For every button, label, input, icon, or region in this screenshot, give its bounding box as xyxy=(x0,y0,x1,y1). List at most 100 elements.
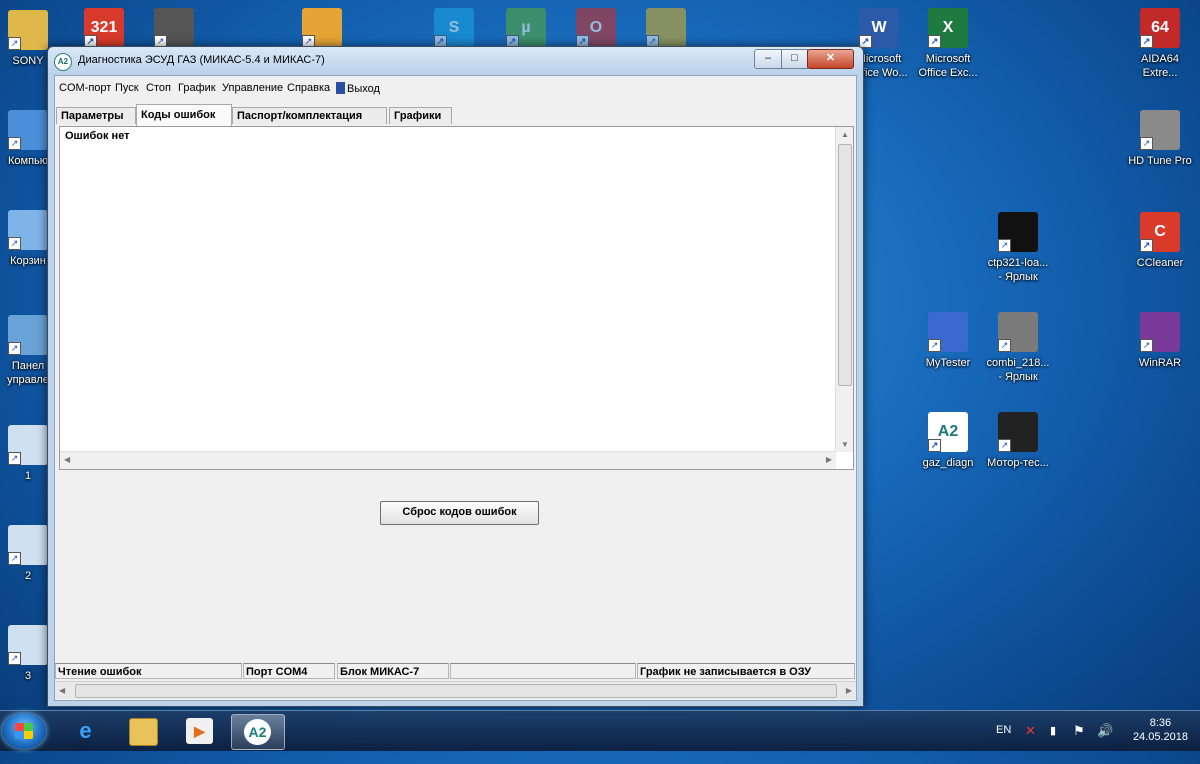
desktop-icon-right-3[interactable]: ↗ HD Tune Pro xyxy=(1124,110,1196,168)
desktop-icon-top-0-icon: 321 ↗ xyxy=(84,8,124,48)
volume-icon[interactable]: 🔊 xyxy=(1097,723,1113,763)
shortcut-arrow-icon: ↗ xyxy=(1140,339,1153,352)
status-bar: Чтение ошибок Порт COM4 Блок МИКАС-7 Гра… xyxy=(55,663,856,680)
desktop-icon-right-6-icon: ↗ xyxy=(928,312,968,352)
scroll-up-arrow-icon[interactable]: ▲ xyxy=(841,130,849,139)
clock-date: 24.05.2018 xyxy=(1132,731,1188,743)
desktop-icon-top-5-icon: O ↗ xyxy=(576,8,616,48)
taskbar-media-player[interactable]: ▶ xyxy=(174,714,226,748)
battery-icon[interactable]: ▮ xyxy=(1050,724,1056,764)
desktop-icon-label: MyTester xyxy=(925,357,971,369)
menu-com-port[interactable]: COM-порт xyxy=(59,82,111,94)
desktop-icon-label: AIDA64 Extre... xyxy=(1141,53,1179,79)
network-error-icon[interactable]: ✕ xyxy=(1025,723,1036,763)
desktop-icon-left-4-icon: ↗ xyxy=(8,425,48,465)
window-title: Диагностика ЭСУД ГАЗ (МИКАС-5.4 и МИКАС-… xyxy=(78,54,325,66)
desktop-icon-right-8[interactable]: ↗ WinRAR xyxy=(1124,312,1196,370)
shortcut-arrow-icon: ↗ xyxy=(1140,35,1153,48)
clock-time: 8:36 xyxy=(1149,717,1172,729)
clock[interactable]: 8:36 24.05.2018 xyxy=(1133,716,1188,744)
shortcut-arrow-icon: ↗ xyxy=(8,552,21,565)
desktop-icon-right-1[interactable]: X ↗ Microsoft Office Exc... xyxy=(912,8,984,80)
tab-strip: Параметры Коды ошибок Паспорт/комплектац… xyxy=(55,104,856,126)
desktop-icon-left-0-icon: ↗ xyxy=(8,10,48,50)
window-horizontal-scrollbar[interactable]: ◀ ▶ xyxy=(55,681,856,699)
exit-icon xyxy=(336,82,345,94)
status-block: Блок МИКАС-7 xyxy=(337,663,449,679)
shortcut-arrow-icon: ↗ xyxy=(1140,239,1153,252)
flag-icon[interactable]: ⚑ xyxy=(1073,723,1085,763)
desktop-icon-right-7[interactable]: ↗ combi_218... - Ярлык xyxy=(982,312,1054,384)
desktop-icon-right-4[interactable]: ↗ ctp321-loa... - Ярлык xyxy=(982,212,1054,284)
bottom-scroll-thumb[interactable] xyxy=(75,684,837,698)
shortcut-arrow-icon: ↗ xyxy=(928,439,941,452)
tab-graphs[interactable]: Графики xyxy=(389,107,452,124)
start-button[interactable] xyxy=(2,713,46,749)
desktop-icon-label: Microsoft Office Exc... xyxy=(918,53,978,79)
desktop-icon-right-9-icon: A2 ↗ xyxy=(928,412,968,452)
horizontal-scrollbar[interactable]: ◀ ▶ xyxy=(60,451,836,469)
status-empty xyxy=(450,663,636,679)
desktop-icon-left-5-icon: ↗ xyxy=(8,525,48,565)
desktop-icon-right-5[interactable]: C ↗ CCleaner xyxy=(1124,212,1196,270)
desktop-icon-left-1-icon: ↗ xyxy=(8,110,48,150)
tab-passport[interactable]: Паспорт/комплектация xyxy=(232,107,387,124)
tab-error-codes[interactable]: Коды ошибок xyxy=(136,104,232,126)
folder-icon xyxy=(129,718,158,746)
minimize-button[interactable]: – xyxy=(754,49,782,69)
app-window: A2 Диагностика ЭСУД ГАЗ (МИКАС-5.4 и МИК… xyxy=(47,46,864,707)
taskbar-ie[interactable]: e xyxy=(60,714,112,748)
desktop-icon-right-6[interactable]: ↗ MyTester xyxy=(912,312,984,370)
scroll-left-arrow-icon[interactable]: ◀ xyxy=(64,455,70,464)
reset-error-codes-button[interactable]: Сброс кодов ошибок xyxy=(380,501,539,525)
desktop-icon-right-2-icon: 64 ↗ xyxy=(1140,8,1180,48)
desktop-icon-right-3-icon: ↗ xyxy=(1140,110,1180,150)
internet-explorer-icon: e xyxy=(79,718,92,743)
desktop-icon-top-4-icon: µ ↗ xyxy=(506,8,546,48)
menu-control[interactable]: Управление xyxy=(222,82,283,94)
desktop-icon-label: CCleaner xyxy=(1136,257,1184,269)
menu-help[interactable]: Справка xyxy=(287,82,330,94)
shortcut-arrow-icon: ↗ xyxy=(998,239,1011,252)
vertical-scroll-thumb[interactable] xyxy=(838,144,852,386)
desktop-icon-right-2[interactable]: 64 ↗ AIDA64 Extre... xyxy=(1124,8,1196,80)
menu-bar: COM-порт Пуск Стоп График Управление Спр… xyxy=(55,76,856,98)
menu-start[interactable]: Пуск xyxy=(115,82,139,94)
desktop-icon-left-3-icon: ↗ xyxy=(8,315,48,355)
desktop-icon-label: gaz_diagn xyxy=(922,457,974,469)
menu-stop[interactable]: Стоп xyxy=(146,82,171,94)
app-icon: A2 xyxy=(54,53,72,71)
status-graph: График не записывается в ОЗУ xyxy=(637,663,855,679)
maximize-button[interactable]: □ xyxy=(781,49,808,69)
window-client: COM-порт Пуск Стоп График Управление Спр… xyxy=(54,75,857,701)
desktop-icon-right-7-icon: ↗ xyxy=(998,312,1038,352)
bottom-scroll-right-icon[interactable]: ▶ xyxy=(846,686,852,695)
desktop-icon-right-1-icon: X ↗ xyxy=(928,8,968,48)
desktop-icon-label: combi_218... - Ярлык xyxy=(986,357,1050,383)
desktop-icon-top-3-icon: S ↗ xyxy=(434,8,474,48)
taskbar-active-app[interactable]: A2 xyxy=(231,714,285,750)
desktop-icon-right-0-icon: W ↗ xyxy=(859,8,899,48)
desktop-icon-top-6-icon: ↗ xyxy=(646,8,686,48)
desktop-icon-right-9[interactable]: A2 ↗ gaz_diagn xyxy=(912,412,984,470)
desktop-icon-label: WinRAR xyxy=(1138,357,1182,369)
scroll-down-arrow-icon[interactable]: ▼ xyxy=(841,440,849,449)
desktop-icon-top-1-icon: ↗ xyxy=(154,8,194,48)
bottom-scroll-left-icon[interactable]: ◀ xyxy=(59,686,65,695)
menu-exit[interactable]: Выход xyxy=(336,82,380,95)
menu-graph[interactable]: График xyxy=(178,82,216,94)
desktop-icon-label: ctp321-loa... - Ярлык xyxy=(987,257,1049,283)
close-button[interactable]: ✕ xyxy=(807,49,854,69)
desktop-icon-top-2-icon: ↗ xyxy=(302,8,342,48)
vertical-scrollbar[interactable]: ▲ ▼ xyxy=(835,127,853,452)
taskbar-explorer[interactable] xyxy=(117,714,169,748)
desktop-icon-right-10[interactable]: ↗ Мотор-тес... xyxy=(982,412,1054,470)
scroll-right-arrow-icon[interactable]: ▶ xyxy=(826,455,832,464)
shortcut-arrow-icon: ↗ xyxy=(8,237,21,250)
title-bar[interactable]: A2 Диагностика ЭСУД ГАЗ (МИКАС-5.4 и МИК… xyxy=(48,47,863,75)
taskbar: e ▶ A2 EN ✕ ▮ ⚑ 🔊 8:36 24.05.2018 xyxy=(0,710,1200,751)
shortcut-arrow-icon: ↗ xyxy=(8,652,21,665)
language-indicator[interactable]: EN xyxy=(996,724,1011,764)
tab-parameters[interactable]: Параметры xyxy=(56,107,136,124)
error-codes-textarea[interactable]: Ошибок нет ▲ ▼ ◀ ▶ xyxy=(59,126,854,470)
